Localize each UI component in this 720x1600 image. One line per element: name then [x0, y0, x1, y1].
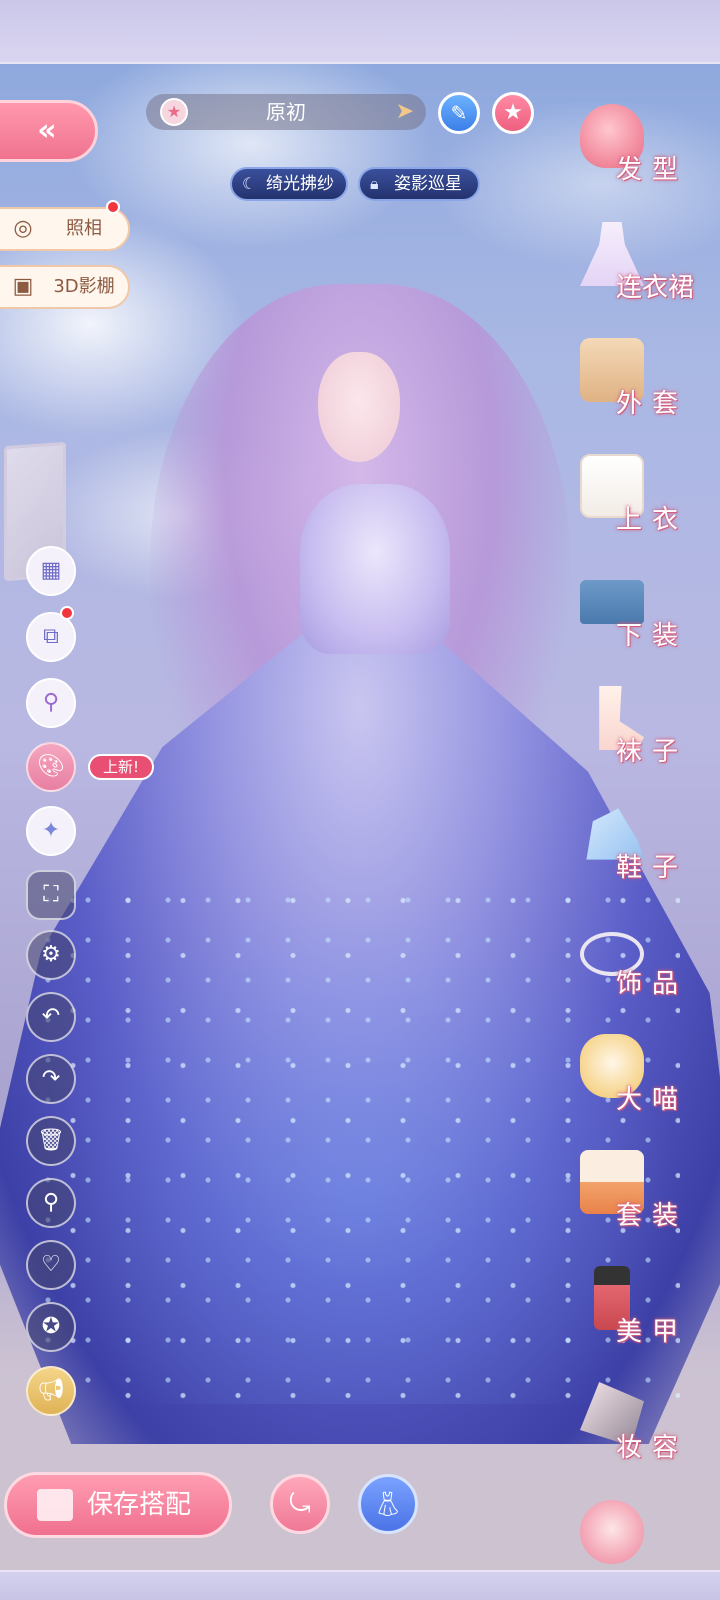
fullscreen-icon: ⛶ [43, 882, 59, 907]
undo-button[interactable]: ↶ [26, 992, 76, 1042]
character-face [318, 352, 400, 462]
category-dress[interactable]: 连衣裙 [572, 222, 720, 334]
back-button[interactable]: « [0, 100, 98, 162]
dress-icon: 👗︎ [372, 1490, 404, 1518]
trash-icon: 🗑︎ [37, 1128, 65, 1153]
double-chevron-left-icon: « [37, 113, 57, 148]
studio-label: 3D影棚 [53, 276, 115, 297]
character-bodice [300, 484, 450, 654]
magnifier-icon: ⚲ [42, 690, 60, 715]
outfit-name: 原初 [266, 100, 306, 124]
save-label: 保存搭配 [87, 1490, 192, 1520]
category-suit[interactable]: 套装 [572, 1150, 720, 1262]
cube-icon: ▣ [12, 274, 34, 299]
tag-pose-1[interactable]: ☾ 绮光拂纱 [230, 167, 348, 201]
camera-icon: ◎ [13, 216, 33, 241]
tag-label: 绮光拂纱 [266, 174, 334, 194]
category-bottom[interactable]: 下装 [572, 570, 720, 682]
bottom-frame-bar [0, 1570, 720, 1600]
category-hair[interactable]: 发型 [572, 104, 720, 216]
category-label: 上衣 [616, 505, 689, 535]
outfit-name-bar[interactable]: ★ 原初 ➤ [146, 94, 426, 130]
wardrobe-icon: ▦ [40, 558, 62, 583]
dye-button[interactable]: 🎨︎ [26, 742, 76, 792]
category-label: 妆容 [616, 1433, 689, 1463]
category-label: 套装 [616, 1201, 689, 1231]
undo-icon: ↶ [41, 1004, 61, 1029]
search-icon: ⚲ [42, 1190, 60, 1215]
collection-button[interactable]: ✪ [26, 1302, 76, 1352]
category-coat[interactable]: 外套 [572, 338, 720, 450]
category-label: 下装 [616, 621, 689, 651]
tag-pose-2[interactable]: 🔒︎ 姿影巡星 [358, 167, 480, 201]
megaphone-icon: 📢︎ [37, 1378, 65, 1403]
share-icon: ⤿ [289, 1489, 311, 1519]
category-label: 袜子 [616, 737, 689, 767]
sparkle-icon: ✦ [41, 818, 61, 843]
new-badge: 上新! [88, 754, 154, 780]
category-makeup[interactable]: 妆容 [572, 1382, 720, 1494]
like-button[interactable]: ♡ [26, 1240, 76, 1290]
heart-icon: ♡ [41, 1252, 61, 1277]
notification-dot [106, 200, 120, 214]
layer-icon: ⧉ [43, 624, 59, 649]
palette-icon: 🎨︎ [37, 754, 65, 779]
category-label: 美甲 [616, 1317, 689, 1347]
category-socks[interactable]: 袜子 [572, 686, 720, 798]
effect-button[interactable]: ✦ [26, 806, 76, 856]
photo-label: 照相 [66, 218, 102, 239]
star-icon: ★ [503, 100, 523, 125]
category-label: 发型 [616, 155, 689, 185]
delete-button[interactable]: 🗑︎ [26, 1116, 76, 1166]
character-icon [580, 1500, 644, 1564]
notification-dot [60, 606, 74, 620]
category-label: 鞋子 [616, 853, 689, 883]
redo-button[interactable]: ↷ [26, 1054, 76, 1104]
announcement-button[interactable]: 📢︎ [26, 1366, 76, 1416]
category-pet[interactable]: 大喵 [572, 1034, 720, 1146]
category-label: 连衣裙 [616, 273, 695, 303]
category-nail[interactable]: 美甲 [572, 1266, 720, 1378]
settings-button[interactable]: ⚙ [26, 930, 76, 980]
redo-icon: ↷ [41, 1066, 61, 1091]
moon-icon: ☾ [242, 174, 257, 193]
star-icon: ★ [160, 98, 188, 126]
category-top[interactable]: 上衣 [572, 454, 720, 566]
tag-label: 姿影巡星 [394, 174, 462, 194]
star-badge-icon: ✪ [41, 1314, 61, 1339]
top-frame-bar [0, 0, 720, 64]
favorite-button[interactable]: ★ [492, 92, 534, 134]
category-character[interactable] [572, 1500, 720, 1564]
category-label: 大喵 [616, 1085, 689, 1115]
3d-studio-button[interactable]: ▣ 3D影棚 [0, 265, 130, 309]
search-button[interactable]: ⚲ [26, 1178, 76, 1228]
lock-icon: 🔒︎ [370, 174, 379, 193]
outfit-view-button[interactable]: 👗︎ [358, 1474, 418, 1534]
share-button[interactable]: ⤿ [270, 1474, 330, 1534]
edit-button[interactable]: ✎ [438, 92, 480, 134]
category-accessory[interactable]: 饰品 [572, 918, 720, 1030]
fullscreen-button[interactable]: ⛶ [26, 870, 76, 920]
pencil-icon: ✎ [450, 101, 468, 125]
category-shoes[interactable]: 鞋子 [572, 802, 720, 914]
save-icon [37, 1489, 73, 1521]
gear-icon: ⚙ [41, 942, 61, 967]
arrow-right-icon: ➤ [395, 99, 414, 124]
save-outfit-button[interactable]: 保存搭配 [4, 1472, 232, 1538]
wardrobe-button[interactable]: ▦ [26, 546, 76, 596]
category-label: 饰品 [616, 969, 689, 999]
category-label: 外套 [616, 389, 689, 419]
search-outfit-button[interactable]: ⚲ [26, 678, 76, 728]
